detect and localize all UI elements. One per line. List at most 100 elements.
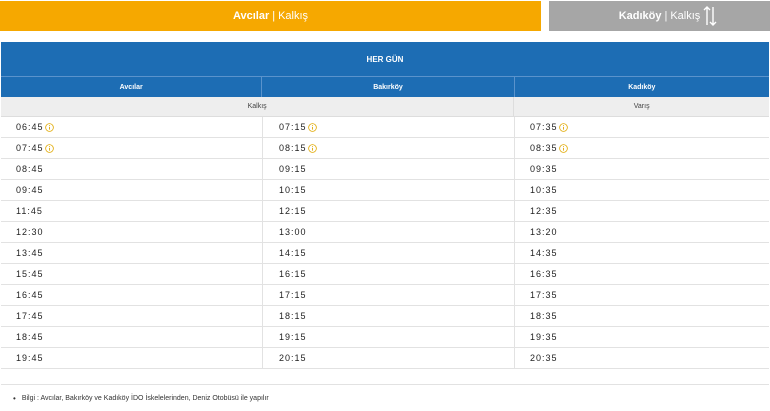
column-headers: Avcılar Bakırköy Kadıköy <box>1 76 769 97</box>
table-row: 07:45 08:15 08:35 <box>1 138 769 159</box>
table-row: 12:30 13:00 13:20 <box>1 222 769 243</box>
table-row: 09:45 10:15 10:35 <box>1 180 769 201</box>
time-value: 09:45 <box>16 185 44 195</box>
table-row: 13:45 14:15 14:35 <box>1 243 769 264</box>
time-value: 09:35 <box>530 164 558 174</box>
time-value: 18:15 <box>279 311 307 321</box>
time-value: 20:35 <box>530 353 558 363</box>
time-value: 16:15 <box>279 269 307 279</box>
time-value: 12:30 <box>16 227 44 237</box>
time-cell-kadikoy: 17:35 <box>514 285 769 305</box>
info-circle-icon[interactable] <box>44 122 54 132</box>
time-cell-avcilar: 16:45 <box>1 285 262 305</box>
time-value: 18:45 <box>16 332 44 342</box>
time-cell-kadikoy: 07:35 <box>514 117 769 137</box>
column-header-avcilar: Avcılar <box>1 77 263 97</box>
time-value: 16:45 <box>16 290 44 300</box>
time-cell-avcilar: 08:45 <box>1 159 262 179</box>
time-value: 08:45 <box>16 164 44 174</box>
departure-subheader: Kalkış <box>1 97 515 116</box>
time-cell-kadikoy: 16:35 <box>514 264 769 284</box>
time-cell-avcilar: 15:45 <box>1 264 262 284</box>
time-cell-avcilar: 19:45 <box>1 348 262 368</box>
time-value: 20:15 <box>279 353 307 363</box>
time-value: 17:15 <box>279 290 307 300</box>
tab-kadikoy-departure[interactable]: Kadıköy | Kalkış <box>549 1 770 31</box>
table-row: 19:45 20:15 20:35 <box>1 348 769 369</box>
table-row: 08:45 09:15 09:35 <box>1 159 769 180</box>
schedule-title: HER GÜN <box>1 42 769 76</box>
table-row: 16:45 17:15 17:35 <box>1 285 769 306</box>
column-header-kadikoy: Kadıköy <box>628 83 656 91</box>
swap-arrows-icon[interactable] <box>702 5 718 27</box>
table-row: 06:45 07:15 07:35 <box>1 117 769 138</box>
time-cell-avcilar: 07:45 <box>1 138 262 158</box>
time-cell-bakirkoy: 17:15 <box>262 285 514 305</box>
time-value: 07:15 <box>279 122 307 132</box>
time-cell-avcilar: 11:45 <box>1 201 262 221</box>
time-value: 08:15 <box>279 143 307 153</box>
time-value: 11:45 <box>16 206 43 216</box>
time-cell-bakirkoy: 09:15 <box>262 159 514 179</box>
time-cell-avcilar: 12:30 <box>1 222 262 242</box>
time-cell-avcilar: 06:45 <box>1 117 262 137</box>
column-header-bakirkoy: Bakırköy <box>262 77 515 97</box>
info-circle-icon[interactable] <box>44 143 54 153</box>
info-circle-icon[interactable] <box>558 143 568 153</box>
time-cell-bakirkoy: 16:15 <box>262 264 514 284</box>
time-value: 17:45 <box>16 311 44 321</box>
bullet-icon: • <box>13 393 16 403</box>
time-value: 10:35 <box>530 185 558 195</box>
time-cell-kadikoy: 19:35 <box>514 327 769 347</box>
time-cell-bakirkoy: 14:15 <box>262 243 514 263</box>
time-value: 14:35 <box>530 248 558 258</box>
tab-mode-label: Kalkış <box>670 10 701 22</box>
sub-headers: Kalkış Varış <box>1 97 769 117</box>
schedule-rows: 06:45 07:15 07:35 07:45 08:15 08:35 08:45 09:15… <box>1 117 769 369</box>
time-cell-bakirkoy: 19:15 <box>262 327 514 347</box>
time-value: 06:45 <box>16 122 44 132</box>
time-cell-bakirkoy: 10:15 <box>262 180 514 200</box>
arrival-subheader: Varış <box>633 103 650 110</box>
time-value: 12:35 <box>530 206 558 216</box>
time-value: 12:15 <box>279 206 307 216</box>
time-cell-bakirkoy: 13:00 <box>262 222 514 242</box>
time-cell-avcilar: 13:45 <box>1 243 262 263</box>
time-cell-kadikoy: 08:35 <box>514 138 769 158</box>
time-cell-kadikoy: 10:35 <box>514 180 769 200</box>
time-value: 18:35 <box>530 311 558 321</box>
info-note: • Bilgi : Avcılar, Bakırköy ve Kadıköy İ… <box>1 384 769 411</box>
time-value: 10:15 <box>279 185 307 195</box>
time-cell-kadikoy: 14:35 <box>514 243 769 263</box>
info-text: Bilgi : Avcılar, Bakırköy ve Kadıköy İDO… <box>21 394 269 402</box>
time-value: 19:45 <box>16 353 44 363</box>
time-cell-bakirkoy: 12:15 <box>262 201 514 221</box>
time-cell-kadikoy: 13:20 <box>514 222 769 242</box>
time-value: 14:15 <box>279 248 307 258</box>
time-cell-avcilar: 18:45 <box>1 327 262 347</box>
info-circle-icon[interactable] <box>558 122 568 132</box>
time-cell-bakirkoy: 18:15 <box>262 306 514 326</box>
table-row: 18:45 19:15 19:35 <box>1 327 769 348</box>
time-value: 19:15 <box>279 332 307 342</box>
time-cell-bakirkoy: 20:15 <box>262 348 514 368</box>
time-value: 13:20 <box>530 227 558 237</box>
tab-separator: | <box>272 10 276 22</box>
tab-origin-label: Avcılar <box>232 10 270 22</box>
time-cell-bakirkoy: 08:15 <box>262 138 514 158</box>
tab-avcilar-departure[interactable]: Avcılar | Kalkış <box>0 1 541 31</box>
time-value: 07:45 <box>16 143 44 153</box>
time-value: 09:15 <box>279 164 307 174</box>
table-row: 11:45 12:15 12:35 <box>1 201 769 222</box>
tab-separator: | <box>664 10 668 22</box>
time-value: 13:45 <box>16 248 44 258</box>
time-value: 13:00 <box>279 227 307 237</box>
time-value: 08:35 <box>530 143 558 153</box>
table-row: 15:45 16:15 16:35 <box>1 264 769 285</box>
info-circle-icon[interactable] <box>307 143 317 153</box>
time-cell-bakirkoy: 07:15 <box>262 117 514 137</box>
time-value: 15:45 <box>16 269 44 279</box>
time-cell-kadikoy: 18:35 <box>514 306 769 326</box>
time-cell-kadikoy: 20:35 <box>514 348 769 368</box>
info-circle-icon[interactable] <box>307 122 317 132</box>
